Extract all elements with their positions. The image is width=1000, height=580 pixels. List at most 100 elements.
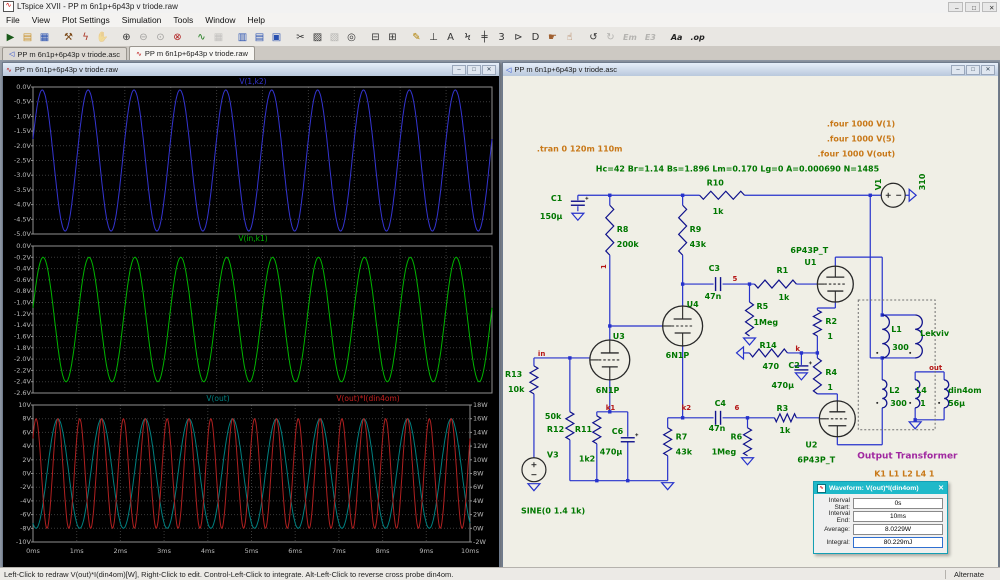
zoom-out-icon[interactable]: ⊖	[135, 29, 152, 45]
component-label[interactable]: 300	[892, 343, 909, 352]
node-label[interactable]: 6	[735, 404, 740, 412]
component-label[interactable]: 150µ	[540, 212, 563, 221]
mirror-icon[interactable]: Em	[619, 29, 641, 45]
component-label[interactable]: 47n	[709, 424, 726, 433]
menu-help[interactable]: Help	[241, 14, 270, 26]
node-label[interactable]: k	[795, 345, 800, 353]
open-icon[interactable]: ▤	[19, 29, 36, 45]
maximize-button[interactable]: □	[966, 65, 980, 75]
resistor-symbol[interactable]	[746, 302, 754, 336]
ground-symbol[interactable]	[795, 373, 807, 380]
component-label[interactable]: R5	[756, 302, 768, 311]
spice-directive[interactable]: K1 L1 L2 L4 1	[874, 470, 934, 479]
minimize-button[interactable]: –	[948, 2, 963, 12]
menu-window[interactable]: Window	[199, 14, 241, 26]
control-panel-icon[interactable]: ⚒	[60, 29, 77, 45]
resistor-symbol[interactable]	[679, 205, 687, 255]
menu-plot-settings[interactable]: Plot Settings	[56, 14, 116, 26]
resistor-symbol[interactable]	[774, 414, 796, 422]
move-hand-icon[interactable]: ☛	[544, 29, 561, 45]
halt-icon[interactable]: ✋	[94, 29, 111, 45]
waveform-plot-area[interactable]: 0.0V-0.5V-1.0V-1.5V-2.0V-2.5V-3.0V-3.5V-…	[3, 76, 499, 568]
resistor-symbol[interactable]	[744, 428, 752, 456]
component-label[interactable]: din4om	[948, 386, 981, 395]
gate-icon[interactable]: D	[527, 29, 544, 45]
resistor-symbol[interactable]	[530, 366, 538, 394]
ground-symbol[interactable]	[909, 189, 916, 201]
component-label[interactable]: 300	[890, 399, 907, 408]
inductor-icon[interactable]: 3	[493, 29, 510, 45]
spice-directive[interactable]: .four 1000 V(5)	[827, 134, 895, 143]
component-label[interactable]: C2	[788, 361, 799, 370]
component-label[interactable]: 470µ	[771, 381, 794, 390]
label-icon[interactable]: A	[442, 29, 459, 45]
component-label[interactable]: SINE(0 1.4 1k)	[521, 507, 585, 516]
component-label[interactable]: 310	[918, 173, 927, 190]
tile-horz-icon[interactable]: ▤	[251, 29, 268, 45]
ground-symbol[interactable]	[572, 213, 584, 220]
zoom-extents-icon[interactable]: ⊗	[169, 29, 186, 45]
wire-icon[interactable]: ✎	[408, 29, 425, 45]
component-label[interactable]: 1	[827, 332, 833, 341]
resistor-symbol[interactable]	[813, 310, 821, 336]
ground-icon[interactable]: ⊥	[425, 29, 442, 45]
node-label[interactable]: out	[929, 364, 943, 372]
maximize-button[interactable]: □	[467, 65, 481, 75]
component-label[interactable]: R14	[759, 341, 777, 350]
dialog-field-input[interactable]	[853, 511, 943, 522]
menu-view[interactable]: View	[26, 14, 56, 26]
component-label[interactable]: 43k	[676, 448, 693, 457]
node-label[interactable]: 1	[600, 264, 608, 269]
node-label[interactable]: 5	[733, 275, 738, 283]
component-label[interactable]: Output Transformer	[857, 452, 958, 462]
component-label[interactable]: 1k	[779, 426, 791, 435]
component-label[interactable]: R8	[617, 225, 629, 234]
minimize-button[interactable]: –	[951, 65, 965, 75]
component-label[interactable]: R3	[776, 404, 788, 413]
dialog-field-input[interactable]	[853, 524, 943, 535]
component-label[interactable]: 1k2	[579, 455, 595, 464]
component-label[interactable]: V3	[547, 451, 559, 460]
undo-icon[interactable]: ↺	[585, 29, 602, 45]
component-label[interactable]: R4	[825, 368, 837, 377]
resistor-symbol[interactable]	[606, 205, 614, 255]
op-icon[interactable]: .op	[686, 29, 708, 45]
component-label[interactable]: R2	[825, 317, 837, 326]
copy-icon[interactable]: ▨	[309, 29, 326, 45]
resistor-symbol[interactable]	[750, 349, 788, 357]
resistor-icon[interactable]: Ϟ	[459, 29, 476, 45]
ground-symbol[interactable]	[909, 422, 921, 429]
ground-symbol[interactable]	[737, 347, 744, 359]
component-label[interactable]: R6	[731, 433, 743, 442]
resistor-symbol[interactable]	[813, 358, 821, 394]
component-label[interactable]: 1k	[713, 207, 725, 216]
component-label[interactable]: 6P43P_T	[790, 246, 828, 255]
close-button[interactable]: ✕	[482, 65, 496, 75]
menu-tools[interactable]: Tools	[167, 14, 199, 26]
resistor-symbol[interactable]	[566, 412, 574, 440]
maximize-button[interactable]: □	[965, 2, 980, 12]
component-label[interactable]: Hc=42 Br=1.14 Bs=1.896 Lm=0.170 Lg=0 A=0…	[596, 164, 879, 173]
trace-label[interactable]: V(out)	[206, 394, 229, 403]
component-label[interactable]: 1Meg	[753, 318, 778, 327]
dialog-titlebar[interactable]: ∿ Waveform: V(out)*I(din4om) ✕	[814, 482, 947, 494]
component-label[interactable]: 470µ	[600, 448, 623, 457]
spice-directive[interactable]: .four 1000 V(out)	[817, 149, 895, 158]
resistor-symbol[interactable]	[754, 280, 796, 288]
trace-label[interactable]: V(in,k1)	[238, 234, 267, 243]
save-icon[interactable]: ▦	[36, 29, 53, 45]
component-label[interactable]: 10k	[508, 385, 525, 394]
component-label[interactable]: V1	[874, 179, 883, 191]
resistor-symbol[interactable]	[664, 428, 672, 456]
rotate-icon[interactable]: E3	[641, 29, 660, 45]
inductor-symbol[interactable]	[882, 380, 887, 408]
diode-icon[interactable]: ⊳	[510, 29, 527, 45]
trace-label[interactable]: V(out)*I(din4om)	[336, 394, 399, 403]
tile-vert-icon[interactable]: ▥	[234, 29, 251, 45]
voltage-source-symbol[interactable]	[522, 458, 546, 482]
ground-symbol[interactable]	[742, 458, 754, 465]
autorange-icon[interactable]: ∿	[193, 29, 210, 45]
find-icon[interactable]: ◎	[343, 29, 360, 45]
component-label[interactable]: R12	[547, 425, 564, 434]
component-label[interactable]: 1k	[778, 293, 790, 302]
